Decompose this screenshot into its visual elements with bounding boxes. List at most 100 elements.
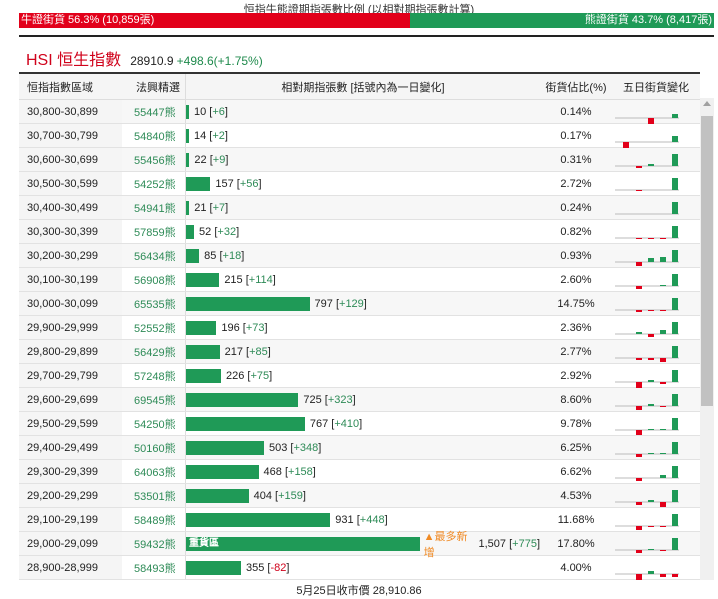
pick-link[interactable]: 55456熊 (122, 148, 186, 171)
range-cell: 29,800-29,899 (19, 340, 122, 363)
index-name: HSI 恒生指數 (26, 52, 122, 69)
count: 14 (194, 129, 207, 142)
share-cell: 4.00% (560, 561, 592, 574)
scrollbar[interactable] (700, 98, 714, 580)
count: 355 (246, 561, 265, 574)
five-day-bar (672, 322, 678, 334)
scroll-up-arrow-icon[interactable] (703, 101, 711, 106)
scrollbar-thumb[interactable] (701, 116, 713, 406)
pick-link[interactable]: 57859熊 (122, 220, 186, 243)
five-day-chart (612, 532, 700, 555)
bull-segment: 牛證街貨 56.3% (10,859張) (19, 13, 411, 28)
daily-change: +85 (249, 345, 268, 358)
five-day-bar (672, 298, 678, 310)
table-row: 29,800-29,899 56429熊 217 [+85] 2.77% (19, 340, 700, 364)
daily-change: +410 (334, 417, 360, 430)
five-day-bar (672, 466, 678, 478)
five-day-bar (636, 550, 642, 553)
range-cell: 30,300-30,399 (19, 220, 122, 243)
table-row: 30,000-30,099 65535熊 797 [+129] 14.75% (19, 292, 700, 316)
five-day-chart (612, 244, 700, 267)
five-day-chart (612, 100, 700, 124)
five-day-bar (648, 571, 654, 574)
daily-change: +348 (293, 441, 319, 454)
table-row: 30,400-30,499 54941熊 21 [+7] 0.24% (19, 196, 700, 220)
five-day-bar (636, 310, 642, 312)
pick-link[interactable]: 52552熊 (122, 316, 186, 339)
contracts-bar (186, 248, 200, 263)
five-day-bar (660, 429, 666, 430)
contracts-value: 157 [+56] (215, 177, 262, 190)
pick-link[interactable]: 57248熊 (122, 364, 186, 387)
five-day-bar (672, 514, 678, 526)
daily-change: +9 (212, 153, 226, 166)
range-cell: 29,600-29,699 (19, 388, 122, 411)
daily-change: +2 (212, 129, 225, 142)
five-day-bar (636, 262, 642, 266)
pick-link[interactable]: 59432熊 (122, 532, 186, 555)
count: 21 (194, 201, 207, 214)
pick-link[interactable]: 54252熊 (122, 172, 186, 195)
hot-label: ▲最多新增 (423, 530, 468, 559)
pick-link[interactable]: 69545熊 (122, 388, 186, 411)
table-header: 恒指指數區域 法興精選 相對期指張數 [括號內為一日變化] 街貨佔比(%) 五日… (19, 74, 700, 100)
range-cell: 30,700-30,799 (19, 124, 122, 147)
contracts-cell: 217 [+85] (186, 340, 540, 363)
bear-segment: 熊證街貨 43.7% (8,417張) (410, 13, 714, 28)
five-day-bar (660, 358, 666, 362)
five-day-chart (612, 460, 700, 483)
daily-change: +18 (222, 249, 242, 262)
table-row: 29,700-29,799 57248熊 226 [+75] 2.92% (19, 364, 700, 388)
five-day-bar (648, 358, 654, 360)
five-day-bar (648, 526, 654, 527)
table-row: 30,300-30,399 57859熊 52 [+32] 0.82% (19, 220, 700, 244)
pick-link[interactable]: 53501熊 (122, 484, 186, 507)
count: 217 (224, 345, 243, 358)
share-cell: 0.14% (560, 105, 592, 118)
contracts-bar (186, 416, 305, 431)
share-cell: 4.53% (560, 489, 592, 502)
pick-link[interactable]: 54941熊 (122, 196, 186, 219)
pick-link[interactable]: 56908熊 (122, 268, 186, 291)
count: 503 (268, 441, 288, 454)
contracts-value: 1,507 [+775] (478, 537, 541, 550)
count: 196 (221, 321, 240, 334)
contracts-bar (186, 440, 264, 455)
pick-link[interactable]: 55447熊 (122, 100, 186, 123)
contracts-bar (186, 224, 195, 239)
share-cell: 2.72% (560, 177, 592, 190)
pick-link[interactable]: 54250熊 (122, 412, 186, 435)
five-day-bar (636, 478, 642, 481)
daily-change: +75 (250, 369, 270, 382)
range-cell: 29,100-29,199 (19, 508, 122, 531)
table-row: 30,600-30,699 55456熊 22 [+9] 0.31% (19, 148, 700, 172)
five-day-chart (612, 148, 700, 171)
pick-link[interactable]: 56434熊 (122, 244, 186, 267)
share-cell: 0.17% (560, 129, 592, 142)
pick-link[interactable]: 58489熊 (122, 508, 186, 531)
contracts-value: 226 [+75] (226, 369, 273, 382)
five-day-chart (612, 364, 700, 388)
pick-link[interactable]: 65535熊 (122, 292, 186, 315)
five-day-bar (672, 490, 678, 502)
contracts-cell: 503 [+348] (186, 436, 540, 459)
count: 215 (224, 273, 243, 286)
range-cell: 29,300-29,399 (19, 460, 122, 483)
contracts-bar (186, 344, 220, 359)
pick-link[interactable]: 50160熊 (122, 436, 186, 459)
five-day-chart (612, 196, 700, 219)
five-day-chart (612, 484, 700, 507)
pick-link[interactable]: 56429熊 (122, 340, 186, 363)
range-cell: 28,900-28,999 (19, 556, 122, 579)
contracts-cell: 931 [+448] (186, 508, 540, 531)
five-day-bar (672, 226, 678, 238)
five-day-bar (636, 332, 642, 334)
contracts-value: 468 [+158] (263, 465, 316, 478)
share-cell: 8.60% (560, 393, 592, 406)
pick-link[interactable]: 58493熊 (122, 556, 186, 579)
pick-link[interactable]: 54840熊 (122, 124, 186, 147)
contracts-bar (186, 320, 217, 335)
share-cell: 0.24% (560, 201, 592, 214)
pick-link[interactable]: 64063熊 (122, 460, 186, 483)
contracts-value: 22 [+9] (194, 153, 229, 166)
